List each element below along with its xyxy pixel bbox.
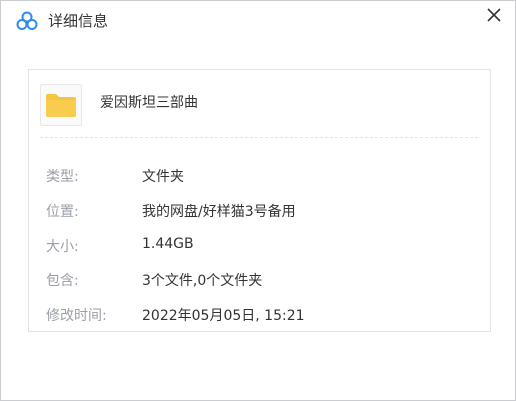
- detail-value: 3个文件,0个文件夹: [142, 273, 263, 289]
- detail-label: 类型:: [46, 169, 79, 185]
- title-bar: 详细信息: [1, 1, 515, 41]
- detail-row-size: 大小: 1.44GB: [46, 236, 476, 256]
- divider: [40, 137, 478, 138]
- detail-label: 包含:: [46, 273, 79, 289]
- details-dialog: 详细信息 爱因斯坦三部曲 类型: 文件夹 位置: 我的网盘/好样猫3号备用 大小…: [0, 0, 516, 401]
- detail-label: 修改时间:: [46, 308, 107, 324]
- detail-label: 大小:: [46, 239, 79, 255]
- dialog-title: 详细信息: [48, 12, 109, 30]
- detail-row-contains: 包含: 3个文件,0个文件夹: [46, 270, 476, 290]
- folder-icon: [40, 84, 82, 126]
- detail-row-type: 类型: 文件夹: [46, 166, 476, 186]
- detail-value: 1.44GB: [142, 236, 194, 252]
- detail-row-location: 位置: 我的网盘/好样猫3号备用: [46, 201, 476, 221]
- close-icon[interactable]: [483, 4, 505, 26]
- detail-label: 位置:: [46, 204, 79, 220]
- details-panel: 爱因斯坦三部曲 类型: 文件夹 位置: 我的网盘/好样猫3号备用 大小: 1.4…: [28, 69, 491, 332]
- detail-value: 我的网盘/好样猫3号备用: [142, 204, 296, 220]
- detail-value: 2022年05月05日, 15:21: [142, 308, 305, 324]
- detail-row-modified: 修改时间: 2022年05月05日, 15:21: [46, 305, 476, 325]
- file-name: 爱因斯坦三部曲: [100, 95, 198, 111]
- detail-value: 文件夹: [142, 169, 184, 185]
- cloud-logo-icon: [16, 11, 38, 31]
